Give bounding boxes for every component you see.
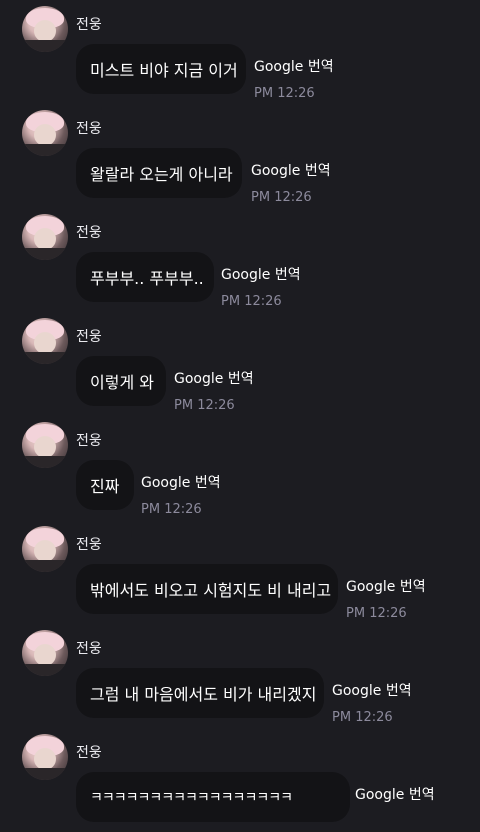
message-item: 전웅 밖에서도 비오고 시험지도 비 내리고 Google 번역 PM 12:2… bbox=[0, 520, 480, 624]
google-translate-link[interactable]: Google 번역 bbox=[221, 264, 301, 284]
message-bubble[interactable]: 미스트 비야 지금 이거 bbox=[76, 44, 246, 94]
message-item: 전웅 미스트 비야 지금 이거 Google 번역 PM 12:26 bbox=[0, 0, 480, 104]
message-item: 전웅 푸부부.. 푸부부.. Google 번역 PM 12:26 bbox=[0, 208, 480, 312]
message-bubble[interactable]: 이렇게 와 bbox=[76, 356, 166, 406]
message-item: 전웅 진짜 Google 번역 PM 12:26 bbox=[0, 416, 480, 520]
sender-name: 전웅 bbox=[76, 121, 102, 137]
avatar[interactable] bbox=[22, 422, 68, 468]
message-bubble[interactable]: 진짜 bbox=[76, 460, 134, 510]
message-time: PM 12:26 bbox=[174, 398, 235, 413]
sender-name: 전웅 bbox=[76, 329, 102, 345]
sender-name: 전웅 bbox=[76, 745, 102, 761]
message-bubble[interactable]: 왈랄라 오는게 아니라 bbox=[76, 148, 242, 198]
sender-name: 전웅 bbox=[76, 641, 102, 657]
message-item: 전웅 왈랄라 오는게 아니라 Google 번역 PM 12:26 bbox=[0, 104, 480, 208]
avatar[interactable] bbox=[22, 734, 68, 780]
message-time: PM 12:26 bbox=[141, 502, 202, 517]
google-translate-link[interactable]: Google 번역 bbox=[141, 472, 221, 492]
avatar[interactable] bbox=[22, 526, 68, 572]
sender-name: 전웅 bbox=[76, 17, 102, 33]
google-translate-link[interactable]: Google 번역 bbox=[254, 56, 334, 76]
message-bubble[interactable]: 그럼 내 마음에서도 비가 내리겠지 bbox=[76, 668, 324, 718]
message-item: 전웅 ㅋㅋㅋㅋㅋㅋㅋㅋㅋㅋㅋㅋㅋㅋㅋㅋㅋ Google 번역 bbox=[0, 728, 480, 832]
google-translate-link[interactable]: Google 번역 bbox=[355, 784, 435, 804]
message-time: PM 12:26 bbox=[332, 710, 393, 725]
google-translate-link[interactable]: Google 번역 bbox=[174, 368, 254, 388]
sender-name: 전웅 bbox=[76, 225, 102, 241]
message-item: 전웅 이렇게 와 Google 번역 PM 12:26 bbox=[0, 312, 480, 416]
message-time: PM 12:26 bbox=[251, 190, 312, 205]
message-time: PM 12:26 bbox=[254, 86, 315, 101]
message-bubble[interactable]: 밖에서도 비오고 시험지도 비 내리고 bbox=[76, 564, 338, 614]
message-item: 전웅 그럼 내 마음에서도 비가 내리겠지 Google 번역 PM 12:26 bbox=[0, 624, 480, 728]
avatar[interactable] bbox=[22, 6, 68, 52]
sender-name: 전웅 bbox=[76, 433, 102, 449]
avatar[interactable] bbox=[22, 318, 68, 364]
sender-name: 전웅 bbox=[76, 537, 102, 553]
message-time: PM 12:26 bbox=[221, 294, 282, 309]
google-translate-link[interactable]: Google 번역 bbox=[346, 576, 426, 596]
message-bubble[interactable]: 푸부부.. 푸부부.. bbox=[76, 252, 214, 302]
message-time: PM 12:26 bbox=[346, 606, 407, 621]
avatar[interactable] bbox=[22, 214, 68, 260]
google-translate-link[interactable]: Google 번역 bbox=[251, 160, 331, 180]
google-translate-link[interactable]: Google 번역 bbox=[332, 680, 412, 700]
avatar[interactable] bbox=[22, 630, 68, 676]
avatar[interactable] bbox=[22, 110, 68, 156]
